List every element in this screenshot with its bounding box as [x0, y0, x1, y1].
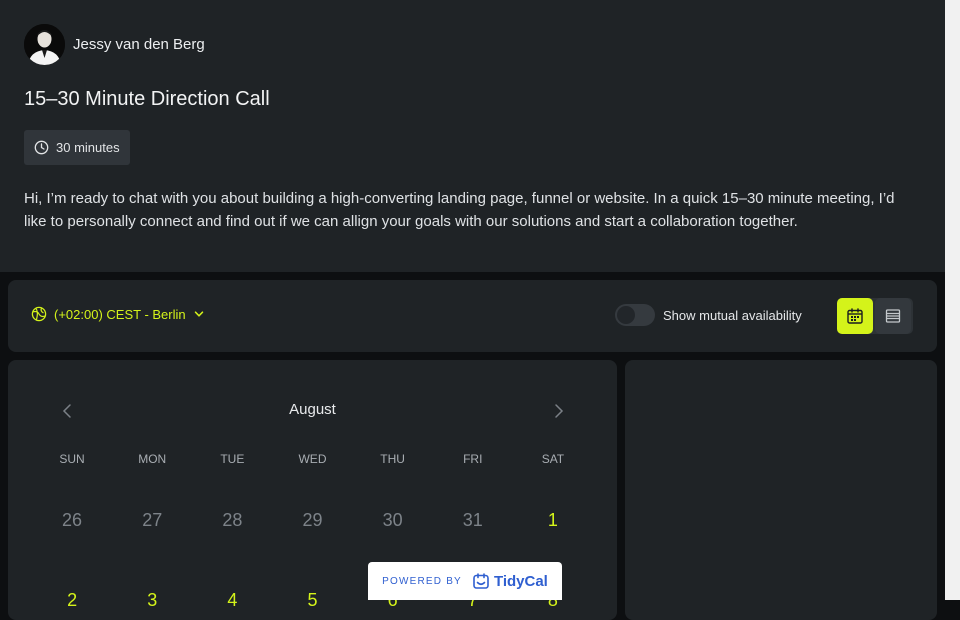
next-month-button[interactable] [550, 400, 568, 422]
calendar-day-outside: 30 [382, 510, 403, 530]
avatar-photo-icon [24, 24, 65, 65]
brand-name: TidyCal [493, 572, 548, 590]
calendar-day-available[interactable]: 4 [192, 590, 272, 611]
weekday-label: FRI [463, 452, 483, 466]
tidycal-logo-icon [473, 573, 489, 589]
calendar-day-available[interactable]: 5 [272, 590, 352, 611]
chevron-down-icon [194, 311, 203, 317]
weekday-label: SAT [541, 452, 565, 466]
host-name: Jessy van den Berg [73, 36, 205, 53]
calendar-day-outside: 26 [62, 510, 83, 530]
weekday-label: SUN [59, 452, 85, 466]
toggle-knob [617, 306, 635, 324]
calendar-day-available[interactable]: 1 [513, 510, 593, 531]
avatar [24, 24, 65, 65]
weekday-header: SUN MON TUE WED THU FRI SAT [32, 452, 593, 466]
page-scrollbar[interactable] [945, 0, 960, 600]
timezone-label: (+02:00) CEST - Berlin [54, 306, 186, 322]
view-switcher [837, 298, 913, 334]
globe-icon [31, 306, 47, 322]
calendar-toolbar: (+02:00) CEST - Berlin Show mutual avail… [8, 280, 937, 352]
event-title: 15–30 Minute Direction Call [24, 88, 270, 110]
calendar-day-available[interactable]: 2 [32, 590, 112, 611]
weekday-label: THU [380, 452, 405, 466]
powered-by-label: POWERED BY [382, 575, 462, 587]
chevron-right-icon [555, 404, 564, 418]
calendar-day-outside: 29 [302, 510, 323, 530]
duration-badge: 30 minutes [24, 130, 130, 165]
event-description: Hi, I’m ready to chat with you about bui… [24, 190, 895, 230]
time-slots-panel [625, 360, 937, 620]
mutual-availability: Show mutual availability [615, 304, 802, 326]
calendar-week: 26 27 28 29 30 31 1 [32, 510, 593, 531]
weekday-label: TUE [220, 452, 245, 466]
clock-icon [34, 140, 49, 155]
mutual-availability-label: Show mutual availability [663, 307, 802, 323]
calendar-day-outside: 27 [142, 510, 163, 530]
weekday-label: MON [138, 452, 167, 466]
calendar-day-outside: 31 [462, 510, 483, 530]
calendar-view-button[interactable] [837, 298, 873, 334]
list-view-button[interactable] [875, 298, 911, 334]
calendar-day-outside: 28 [222, 510, 243, 530]
calendar-icon [847, 308, 863, 324]
event-header: Jessy van den Berg 15–30 Minute Directio… [0, 0, 945, 272]
month-label: August [289, 401, 336, 418]
timezone-selector[interactable]: (+02:00) CEST - Berlin [31, 306, 205, 322]
host-info: Jessy van den Berg [24, 24, 205, 65]
list-icon [885, 309, 901, 323]
tidycal-logo: TidyCal [472, 572, 548, 590]
mutual-availability-toggle[interactable] [615, 304, 655, 326]
weekday-label: WED [298, 452, 327, 466]
calendar-day-available[interactable]: 3 [112, 590, 192, 611]
powered-by-badge[interactable]: POWERED BY TidyCal [368, 562, 562, 600]
duration-label: 30 minutes [56, 140, 120, 155]
